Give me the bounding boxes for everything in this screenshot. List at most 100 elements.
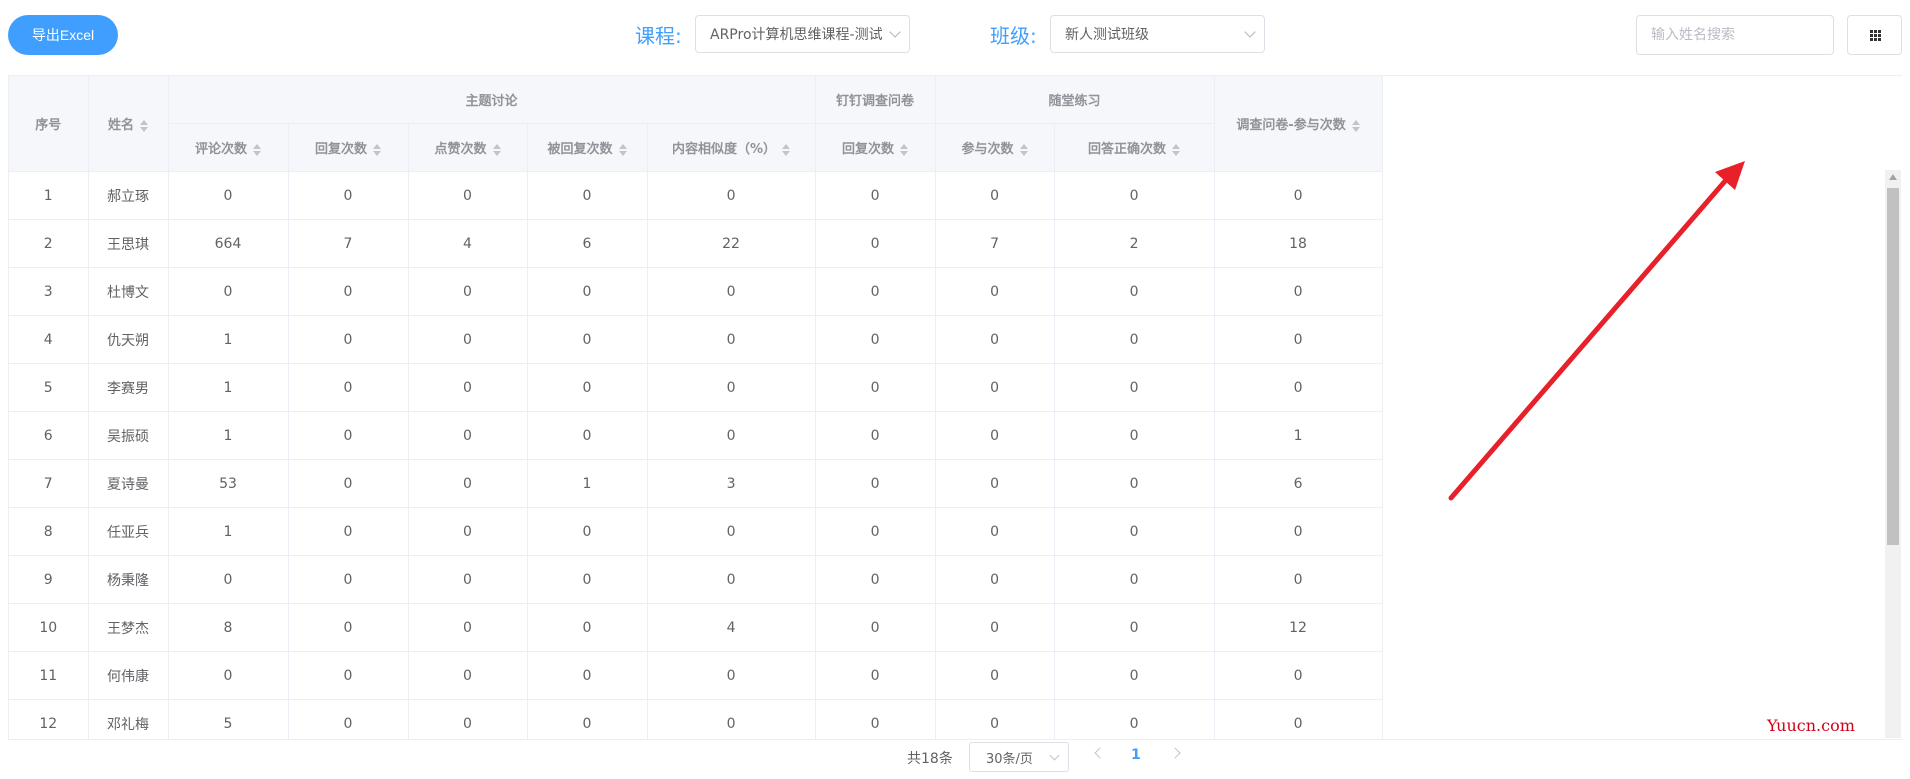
header-similarity[interactable]: 内容相似度（%） <box>647 123 816 172</box>
header-comment-count[interactable]: 评论次数 <box>168 123 289 172</box>
cell-name: 何伟康 <box>88 651 169 700</box>
class-select-value: 新人测试班级 <box>1065 27 1149 43</box>
table-row: 1 郝立琢 0 0 0 0 0 0 0 0 0 <box>9 171 1383 220</box>
cell-value: 1 <box>168 315 289 364</box>
cell-value: 0 <box>1214 267 1383 316</box>
table-row: 11 何伟康 0 0 0 0 0 0 0 0 0 <box>9 651 1383 700</box>
cell-name: 郝立琢 <box>88 171 169 220</box>
next-page-icon[interactable] <box>1169 747 1181 759</box>
cell-value: 0 <box>1214 507 1383 556</box>
table-row: 9 杨秉隆 0 0 0 0 0 0 0 0 0 <box>9 555 1383 604</box>
stats-table: 序号 姓名 主题讨论 钉钉调查问卷 随堂练习 调查问卷-参与次数 评论次数 回复… <box>9 76 1383 739</box>
cell-name: 吴振硕 <box>88 411 169 460</box>
sort-icon[interactable] <box>373 143 381 156</box>
sort-icon[interactable] <box>1019 143 1028 156</box>
cell-value: 0 <box>168 651 289 700</box>
header-index: 序号 <box>9 76 89 172</box>
cell-value: 0 <box>408 651 528 700</box>
stats-table-wrapper: 序号 姓名 主题讨论 钉钉调查问卷 随堂练习 调查问卷-参与次数 评论次数 回复… <box>8 75 1902 740</box>
page-number-current[interactable]: 1 <box>1131 747 1141 763</box>
cell-value: 0 <box>527 363 648 412</box>
table-row: 2 王思琪 664 7 4 6 22 0 7 2 18 <box>9 219 1383 268</box>
cell-index: 4 <box>9 315 89 364</box>
table-row: 8 任亚兵 1 0 0 0 0 0 0 0 0 <box>9 507 1383 556</box>
cell-value: 0 <box>815 267 936 316</box>
name-search-input[interactable] <box>1636 15 1834 55</box>
course-select[interactable]: ARPro计算机思维课程-测试 <box>695 15 910 53</box>
cell-value: 0 <box>288 363 409 412</box>
cell-value: 0 <box>288 603 409 652</box>
cell-value: 0 <box>1054 267 1215 316</box>
cell-value: 0 <box>288 555 409 604</box>
cell-value: 0 <box>647 411 816 460</box>
cell-value: 0 <box>815 363 936 412</box>
export-excel-button[interactable]: 导出Excel <box>8 15 118 55</box>
cell-value: 0 <box>1054 507 1215 556</box>
cell-value: 0 <box>527 651 648 700</box>
sort-icon[interactable] <box>1351 119 1360 132</box>
cell-value: 0 <box>815 219 936 268</box>
cell-value: 4 <box>408 219 528 268</box>
cell-value: 0 <box>288 267 409 316</box>
cell-value: 0 <box>935 507 1055 556</box>
cell-value: 0 <box>935 555 1055 604</box>
class-select[interactable]: 新人测试班级 <box>1050 15 1265 53</box>
sort-icon[interactable] <box>782 143 791 156</box>
header-reply-count[interactable]: 回复次数 <box>288 123 409 172</box>
cell-name: 夏诗曼 <box>88 459 169 508</box>
cell-name: 李赛男 <box>88 363 169 412</box>
sort-icon[interactable] <box>253 143 261 156</box>
cell-value: 3 <box>647 459 816 508</box>
watermark-text: Yuucn.com <box>1767 716 1855 735</box>
header-dingtalk-reply-count[interactable]: 回复次数 <box>815 123 936 172</box>
scrollbar-thumb[interactable] <box>1887 188 1899 545</box>
header-like-count[interactable]: 点赞次数 <box>408 123 528 172</box>
table-row: 4 仇天朔 1 0 0 0 0 0 0 0 0 <box>9 315 1383 364</box>
table-row: 10 王梦杰 8 0 0 0 4 0 0 0 12 <box>9 603 1383 652</box>
cell-value: 8 <box>168 603 289 652</box>
cell-value: 0 <box>1054 651 1215 700</box>
header-class-practice: 随堂练习 <box>935 76 1215 124</box>
cell-value: 0 <box>1054 171 1215 220</box>
cell-value: 1 <box>527 459 648 508</box>
vertical-scrollbar[interactable] <box>1885 170 1901 738</box>
sort-icon[interactable] <box>492 143 501 156</box>
cell-index: 11 <box>9 651 89 700</box>
prev-page-icon[interactable] <box>1094 747 1106 759</box>
header-name[interactable]: 姓名 <box>88 76 169 172</box>
cell-value: 0 <box>408 699 528 739</box>
cell-name: 任亚兵 <box>88 507 169 556</box>
grid-icon <box>1870 30 1881 41</box>
header-survey-participation[interactable]: 调查问卷-参与次数 <box>1214 76 1383 172</box>
sort-icon[interactable] <box>618 143 627 156</box>
cell-value: 4 <box>647 603 816 652</box>
cell-index: 12 <box>9 699 89 739</box>
cell-value: 0 <box>647 315 816 364</box>
cell-index: 6 <box>9 411 89 460</box>
cell-value: 0 <box>647 267 816 316</box>
cell-value: 0 <box>288 411 409 460</box>
table-row: 7 夏诗曼 53 0 0 1 3 0 0 0 6 <box>9 459 1383 508</box>
scroll-up-icon[interactable] <box>1889 174 1897 180</box>
column-settings-button[interactable] <box>1847 15 1902 55</box>
cell-value: 0 <box>1054 459 1215 508</box>
cell-value: 53 <box>168 459 289 508</box>
cell-index: 1 <box>9 171 89 220</box>
sort-icon[interactable] <box>900 143 909 156</box>
cell-value: 2 <box>1054 219 1215 268</box>
cell-value: 5 <box>168 699 289 739</box>
cell-value: 0 <box>815 699 936 739</box>
page-size-select[interactable]: 30条/页 <box>969 742 1069 772</box>
cell-value: 18 <box>1214 219 1383 268</box>
sort-icon[interactable] <box>140 119 148 132</box>
cell-index: 8 <box>9 507 89 556</box>
sort-icon[interactable] <box>1172 143 1181 156</box>
header-topic-discussion: 主题讨论 <box>168 76 816 124</box>
header-replied-count[interactable]: 被回复次数 <box>527 123 648 172</box>
header-dingtalk-survey: 钉钉调查问卷 <box>815 76 936 124</box>
header-correct-count[interactable]: 回答正确次数 <box>1054 123 1215 172</box>
cell-value: 7 <box>288 219 409 268</box>
cell-value: 0 <box>408 411 528 460</box>
cell-value: 0 <box>1054 603 1215 652</box>
header-participation-count[interactable]: 参与次数 <box>935 123 1055 172</box>
